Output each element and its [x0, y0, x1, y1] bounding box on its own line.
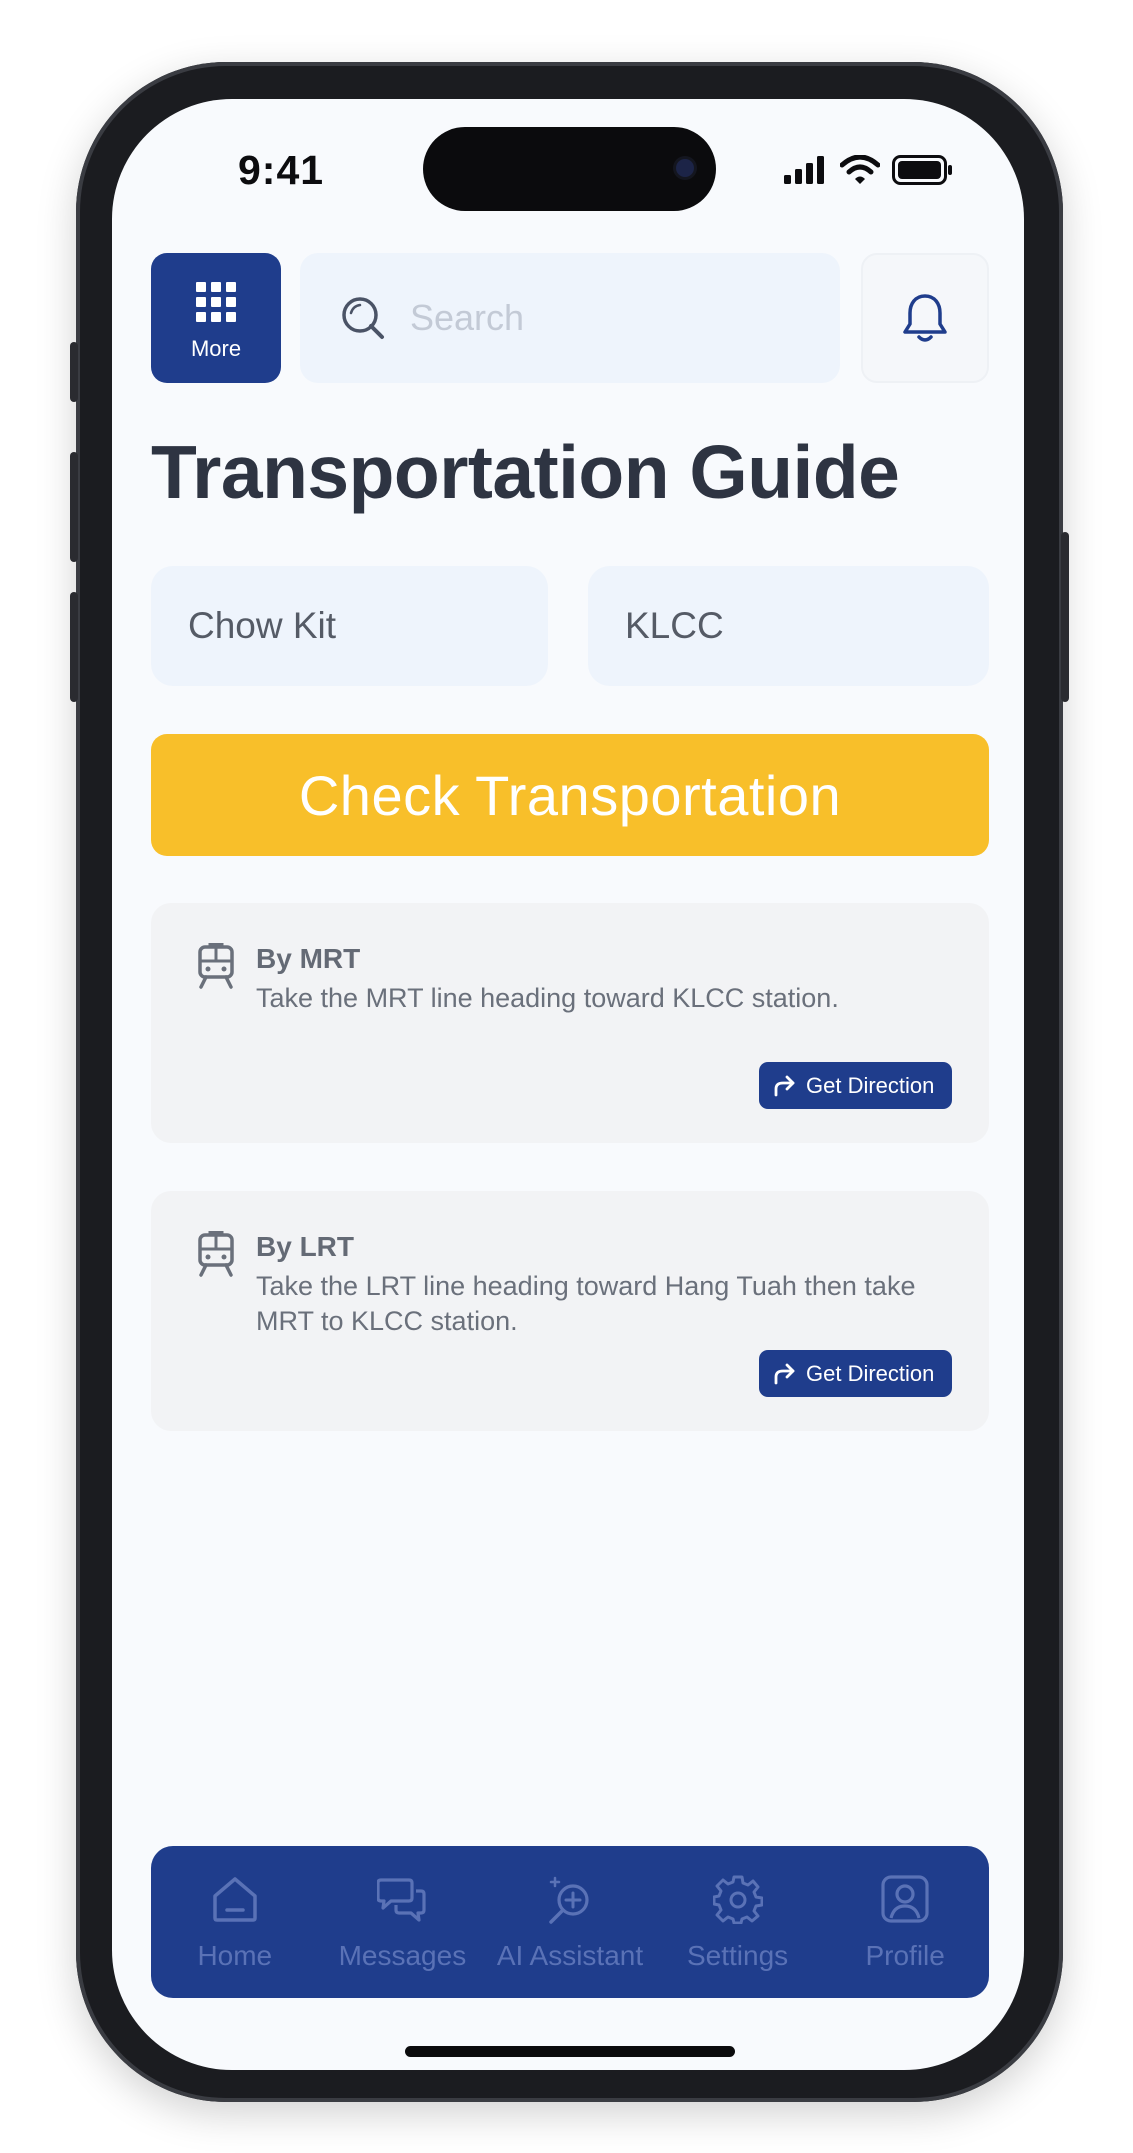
battery-icon: [892, 155, 952, 185]
search-input[interactable]: [410, 297, 830, 339]
more-button[interactable]: More: [151, 253, 281, 383]
grid-icon: [196, 282, 236, 322]
volume-down-button: [70, 592, 78, 702]
front-camera: [676, 159, 694, 177]
nav-label: Home: [197, 1940, 273, 1971]
get-direction-label: Get Direction: [806, 1360, 935, 1386]
volume-up-button: [70, 452, 78, 562]
nav-item-profile[interactable]: Profile: [821, 1846, 989, 1998]
to-location-field[interactable]: [588, 566, 989, 686]
screen: 9:41 More Search Transportation Guide Ch…: [112, 99, 1024, 2070]
messages-icon: [377, 1878, 426, 1922]
train-icon: [198, 1231, 234, 1277]
train-icon: [198, 943, 234, 989]
status-icons: [784, 153, 954, 187]
share-arrow-icon: [774, 1075, 795, 1096]
notification-button[interactable]: [861, 253, 989, 383]
power-button: [1061, 532, 1069, 702]
top-bar: More: [151, 253, 989, 383]
status-bar: 9:41: [112, 99, 1024, 219]
action-button: [70, 342, 78, 402]
nav-item-settings[interactable]: Settings: [654, 1846, 822, 1998]
from-location-field[interactable]: [151, 566, 548, 686]
from-location-input[interactable]: [151, 566, 548, 686]
option-title: By MRT: [256, 943, 361, 974]
nav-item-home[interactable]: Home: [151, 1846, 319, 1998]
bottom-navigation: Home Messages AI Assistant Settings Prof…: [151, 1846, 989, 1998]
home-icon: [213, 1877, 257, 1922]
nav-item-messages[interactable]: Messages: [319, 1846, 487, 1998]
get-direction-label: Get Direction: [806, 1072, 935, 1098]
search-icon: [342, 297, 384, 339]
nav-label: Messages: [338, 1940, 467, 1971]
wifi-icon: [840, 155, 880, 184]
search-bar[interactable]: [300, 253, 840, 383]
share-arrow-icon: [774, 1363, 795, 1384]
more-label: More: [190, 336, 242, 361]
get-direction-button[interactable]: Get Direction: [759, 1062, 952, 1109]
option-description: Take the LRT line heading toward Hang Tu…: [256, 1271, 916, 1336]
check-transportation-button[interactable]: Check Transportation: [151, 734, 989, 856]
page-title: Transportation Guide: [151, 430, 900, 514]
option-title: By LRT: [256, 1231, 354, 1262]
nav-item-ai-assistant[interactable]: AI Assistant: [486, 1846, 654, 1998]
nav-label: Profile: [865, 1940, 945, 1971]
transport-option-mrt: By MRT Take the MRT line heading toward …: [151, 903, 989, 1143]
ai-assistant-icon: [549, 1876, 589, 1924]
profile-icon: [881, 1875, 929, 1923]
to-location-input[interactable]: [588, 566, 989, 686]
nav-label: AI Assistant: [496, 1940, 644, 1971]
transport-option-lrt: By LRT Take the LRT line heading toward …: [151, 1191, 989, 1431]
status-time: 9:41: [238, 147, 325, 193]
nav-label: Settings: [686, 1940, 789, 1971]
gear-icon: [712, 1875, 763, 1924]
dynamic-island: [423, 127, 716, 211]
bell-icon: [903, 294, 947, 342]
home-indicator[interactable]: [405, 2046, 735, 2057]
signal-icon: [784, 156, 824, 184]
get-direction-button[interactable]: Get Direction: [759, 1350, 952, 1397]
option-description: Take the MRT line heading toward KLCC st…: [256, 983, 839, 1013]
